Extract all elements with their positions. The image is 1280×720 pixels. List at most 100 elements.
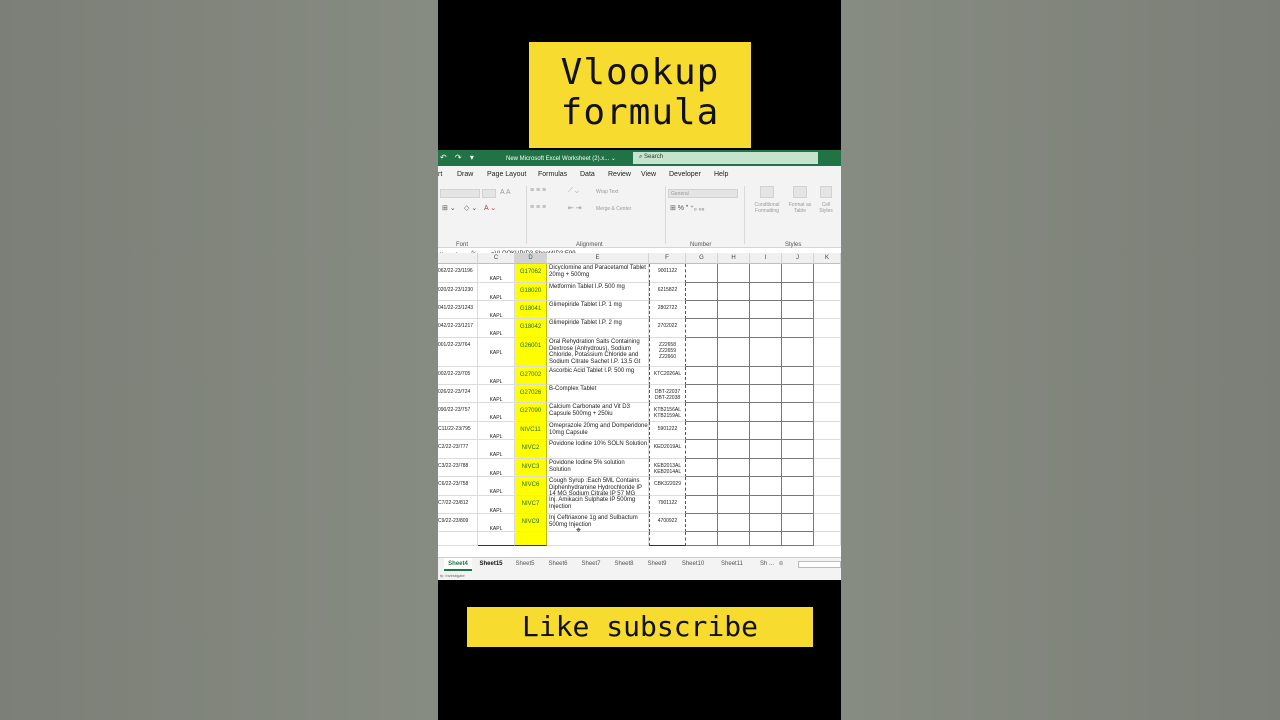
column-header-c[interactable]: C <box>478 253 515 264</box>
cell-supplier[interactable]: KAPL <box>478 338 515 367</box>
cell-batch[interactable]: 2702022 <box>649 319 686 338</box>
cell-i[interactable] <box>750 367 782 385</box>
cell-i[interactable] <box>750 319 782 338</box>
cell-description[interactable]: Glimepiride Tablet I.P. 1 mg <box>547 301 649 319</box>
cell-description[interactable]: Povidone Iodine 10% SOLN Solution <box>547 440 649 459</box>
cell-j[interactable] <box>782 338 814 367</box>
cell-empty[interactable] <box>782 532 814 546</box>
cell-g[interactable] <box>686 385 718 403</box>
cell-styles-icon[interactable] <box>820 186 832 198</box>
cell-description[interactable]: Omeprazole 20mg and Domperidone 10mg Cap… <box>547 422 649 440</box>
font-name-dropdown[interactable] <box>440 189 480 198</box>
cell-invoice[interactable]: 062/22-23/1196 <box>438 264 478 283</box>
cell-h[interactable] <box>718 319 750 338</box>
cell-styles-button[interactable]: Cell Styles <box>815 202 837 214</box>
cell-k[interactable] <box>814 422 841 440</box>
cell-description[interactable]: Povidone Iodine 5% solution Solution <box>547 459 649 477</box>
cell-i[interactable] <box>750 422 782 440</box>
sheet-tab[interactable]: Sheet6 <box>543 558 573 571</box>
cell-h[interactable] <box>718 283 750 301</box>
cell-supplier[interactable]: KAPL <box>478 459 515 477</box>
borders-icon[interactable]: ⊞ ⌄ <box>442 204 456 212</box>
cell-k[interactable] <box>814 264 841 283</box>
format-as-table-button[interactable]: Format as Table <box>786 202 814 214</box>
sheet-tab[interactable]: Sheet9 <box>642 558 672 571</box>
cell-description[interactable]: Cough Syrup :Each 5ML Contains Diphenhyd… <box>547 477 649 496</box>
cell-g[interactable] <box>686 403 718 422</box>
cell-code[interactable]: G27026 <box>515 385 547 403</box>
tab-review[interactable]: Review <box>608 171 631 178</box>
cell-supplier[interactable]: KAPL <box>478 422 515 440</box>
cell-code[interactable]: NIVC6 <box>515 477 547 496</box>
cell-code[interactable]: G27002 <box>515 367 547 385</box>
cell-k[interactable] <box>814 477 841 496</box>
cell-i[interactable] <box>750 301 782 319</box>
cell-g[interactable] <box>686 422 718 440</box>
quick-access-toolbar[interactable]: ↶ ↷ ▾ <box>440 153 477 162</box>
sheet-tab[interactable]: Sheet11 <box>714 558 750 571</box>
cell-description[interactable]: Metformin Tablet I.P. 500 mg <box>547 283 649 301</box>
cell-h[interactable] <box>718 301 750 319</box>
cell-h[interactable] <box>718 338 750 367</box>
cell-supplier[interactable]: KAPL <box>478 319 515 338</box>
fill-color-icon[interactable]: ◇ ⌄ <box>464 204 477 212</box>
cell-i[interactable] <box>750 477 782 496</box>
orientation-icon[interactable]: ⟋ ⌄ <box>568 187 579 195</box>
cell-i[interactable] <box>750 440 782 459</box>
cell-invoice[interactable]: 042/22-23/1217 <box>438 319 478 338</box>
cell-i[interactable] <box>750 385 782 403</box>
cell-i[interactable] <box>750 283 782 301</box>
cell-g[interactable] <box>686 283 718 301</box>
sheet-tab[interactable]: Sheet15 <box>475 558 507 571</box>
conditional-formatting-icon[interactable] <box>760 186 774 198</box>
cell-code[interactable]: G26001 <box>515 338 547 367</box>
cell-supplier[interactable]: KAPL <box>478 440 515 459</box>
cell-empty[interactable] <box>686 532 718 546</box>
cell-h[interactable] <box>718 264 750 283</box>
cell-code[interactable]: NIVC7 <box>515 496 547 514</box>
cell-supplier[interactable]: KAPL <box>478 264 515 283</box>
cell-empty[interactable] <box>478 532 515 546</box>
cell-k[interactable] <box>814 385 841 403</box>
cell-g[interactable] <box>686 459 718 477</box>
cell-description[interactable]: Dicyclomine and Paracetamol Tablet 20mg … <box>547 264 649 283</box>
wrap-text-button[interactable]: Wrap Text <box>596 189 618 195</box>
cell-k[interactable] <box>814 367 841 385</box>
window-title[interactable]: New Microsoft Excel Worksheet (2).x... ⌄ <box>506 155 616 162</box>
column-header-f[interactable]: F <box>649 253 686 264</box>
cell-batch[interactable]: 6215822 <box>649 283 686 301</box>
cell-h[interactable] <box>718 440 750 459</box>
cell-k[interactable] <box>814 514 841 532</box>
cell-j[interactable] <box>782 459 814 477</box>
font-size-grow-icon[interactable]: A A <box>500 189 511 196</box>
cell-empty[interactable] <box>718 532 750 546</box>
cell-batch[interactable]: KTB2156AL KTB2159AL <box>649 403 686 422</box>
accounting-icon[interactable]: ⊞ % ❜ ⁺₀ ₀₀ <box>670 204 705 212</box>
cell-j[interactable] <box>782 283 814 301</box>
cell-batch[interactable]: 9001122 <box>649 264 686 283</box>
sheet-tab[interactable]: Sheet7 <box>576 558 606 571</box>
tab-view[interactable]: View <box>641 171 656 178</box>
cell-i[interactable] <box>750 338 782 367</box>
cell-invoice[interactable]: 041/22-23/1243 <box>438 301 478 319</box>
cell-i[interactable] <box>750 264 782 283</box>
tab-developer[interactable]: Developer <box>669 171 701 178</box>
cell-empty[interactable] <box>438 532 478 546</box>
cell-g[interactable] <box>686 338 718 367</box>
cell-k[interactable] <box>814 440 841 459</box>
sheet-tab[interactable]: Sheet10 <box>675 558 711 571</box>
cell-code[interactable]: G18020 <box>515 283 547 301</box>
align-left-icon[interactable]: ≡ ≡ ≡ <box>530 204 546 211</box>
cell-supplier[interactable]: KAPL <box>478 496 515 514</box>
cell-description[interactable]: Glimepiride Tablet I.P. 2 mg <box>547 319 649 338</box>
tab-insert[interactable]: rt <box>438 171 442 178</box>
font-size-dropdown[interactable] <box>482 189 496 198</box>
cell-k[interactable] <box>814 403 841 422</box>
cell-batch[interactable]: 5901222 <box>649 422 686 440</box>
cell-empty[interactable] <box>750 532 782 546</box>
sheet-tab[interactable]: Sheet4 <box>444 558 472 571</box>
tab-data[interactable]: Data <box>580 171 595 178</box>
cell-code[interactable]: G18041 <box>515 301 547 319</box>
cell-h[interactable] <box>718 422 750 440</box>
align-top-icon[interactable]: ≡ ≡ ≡ <box>530 187 546 194</box>
